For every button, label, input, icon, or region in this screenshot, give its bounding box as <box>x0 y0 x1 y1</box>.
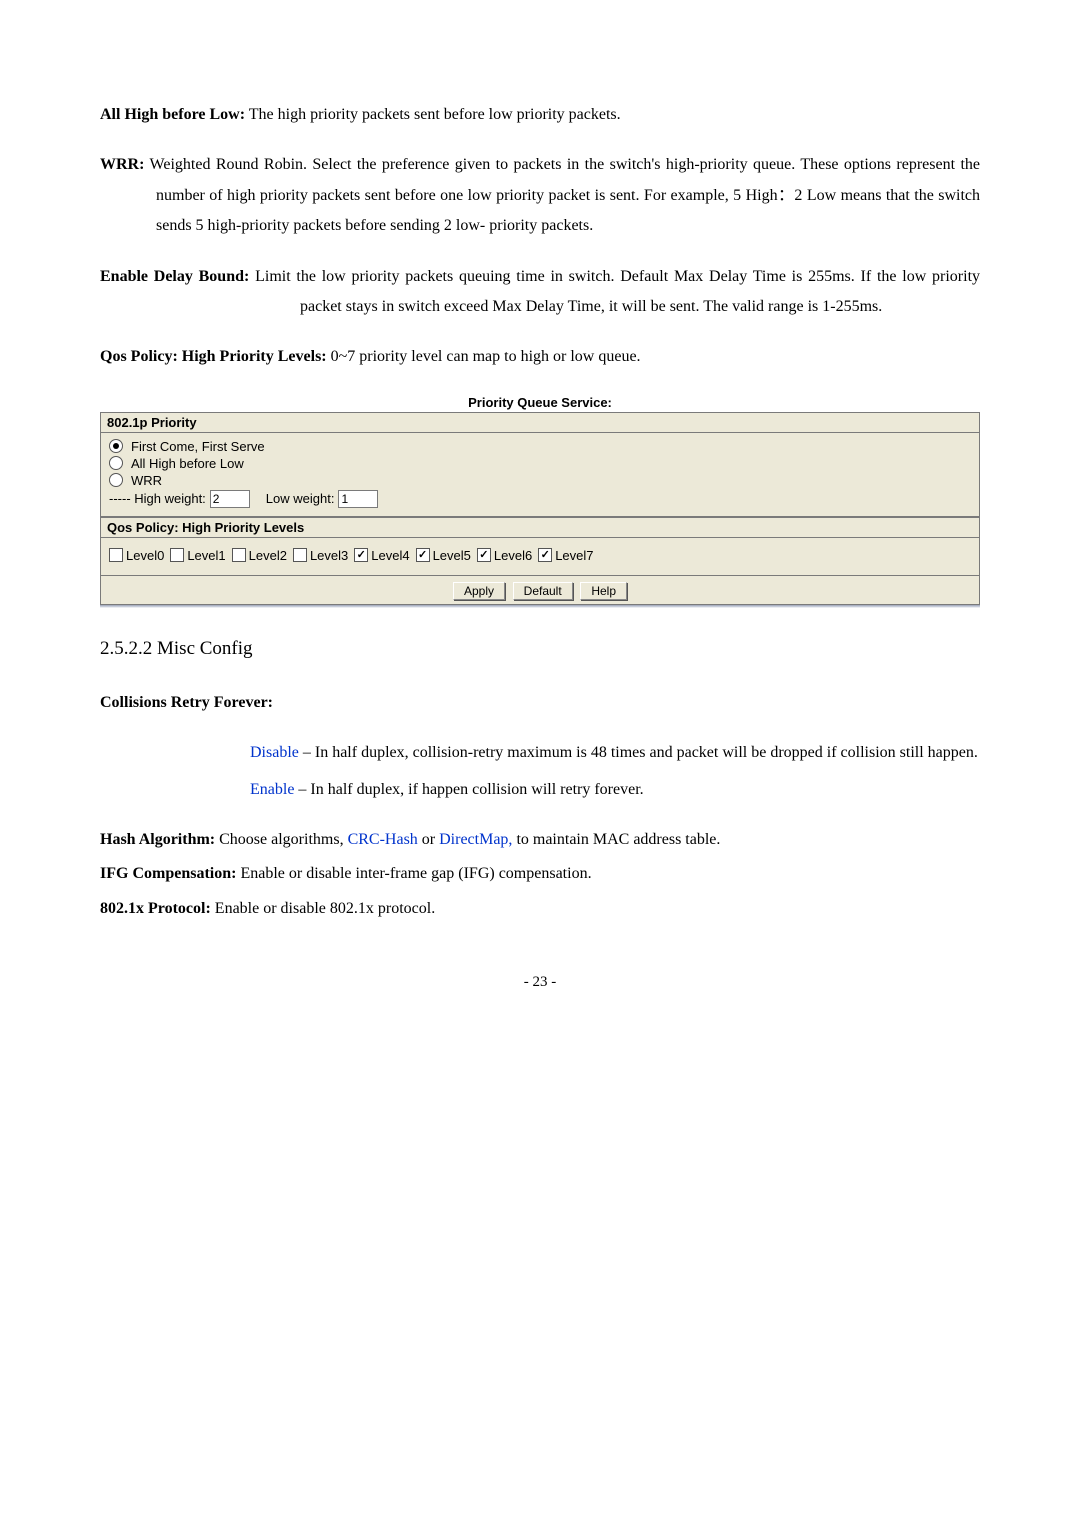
section-8021p: 802.1p Priority <box>100 412 980 432</box>
level-label: Level5 <box>433 548 471 563</box>
level-label: Level2 <box>249 548 287 563</box>
high-weight-input[interactable] <box>210 490 250 508</box>
radio-fcfs[interactable]: First Come, First Serve <box>109 439 971 454</box>
level-label: Level3 <box>310 548 348 563</box>
checkbox-checked-icon <box>538 548 552 562</box>
checkbox-icon <box>293 548 307 562</box>
crf-enable: Enable – In half duplex, if happen colli… <box>250 775 980 805</box>
label-hash: Hash Algorithm: <box>100 831 215 848</box>
panel-title: Priority Queue Service: <box>100 393 980 412</box>
para-ifg: IFG Compensation: Enable or disable inte… <box>100 859 980 889</box>
level-label: Level0 <box>126 548 164 563</box>
text-qos-policy: 0~7 priority level can map to high or lo… <box>327 348 641 365</box>
checkbox-icon <box>232 548 246 562</box>
crf-enable-text: – In half duplex, if happen collision wi… <box>294 781 643 798</box>
help-button[interactable]: Help <box>580 582 627 600</box>
text-delay-bound: Limit the low priority packets queuing t… <box>249 268 980 315</box>
levels-row: Level0 Level1 Level2 Level3 Level4 Level5 Leve… <box>109 548 971 563</box>
text-ifg: Enable or disable inter-frame gap (IFG) … <box>236 865 591 882</box>
checkbox-checked-icon <box>477 548 491 562</box>
crf-disable: Disable – In half duplex, collision-retr… <box>250 738 980 768</box>
para-crf: Collisions Retry Forever: <box>100 688 980 718</box>
page-number: - 23 - <box>100 974 980 991</box>
low-weight-input[interactable] <box>338 490 378 508</box>
label-qos-policy: Qos Policy: High Priority Levels: <box>100 348 327 365</box>
level-checkbox-5[interactable]: Level5 <box>416 548 471 563</box>
crf-enable-key: Enable <box>250 781 294 798</box>
radio-fcfs-label: First Come, First Serve <box>131 439 265 454</box>
radio-icon <box>109 456 123 470</box>
section-8021p-body: First Come, First Serve All High before … <box>100 432 980 517</box>
crf-options: Disable – In half duplex, collision-retr… <box>250 738 980 805</box>
button-row: Apply Default Help <box>100 576 980 605</box>
crf-disable-text: – In half duplex, collision-retry maximu… <box>299 744 978 761</box>
radio-all-high[interactable]: All High before Low <box>109 456 971 471</box>
level-label: Level6 <box>494 548 532 563</box>
low-weight-label: Low weight: <box>266 491 335 506</box>
heading-misc-config: 2.5.2.2 Misc Config <box>100 638 980 660</box>
para-8021x: 802.1x Protocol: Enable or disable 802.1… <box>100 894 980 924</box>
section-qos-levels: Qos Policy: High Priority Levels <box>100 517 980 537</box>
para-wrr: WRR: Weighted Round Robin. Select the pr… <box>100 150 980 241</box>
label-crf: Collisions Retry Forever: <box>100 694 273 711</box>
hash-pre: Choose algorithms, <box>215 831 347 848</box>
checkbox-icon <box>170 548 184 562</box>
panel-shadow <box>100 605 980 608</box>
radio-icon <box>109 473 123 487</box>
para-qos-policy: Qos Policy: High Priority Levels: 0~7 pr… <box>100 342 980 372</box>
label-delay-bound: Enable Delay Bound: <box>100 268 249 285</box>
radio-icon <box>109 439 123 453</box>
para-delay-bound: Enable Delay Bound: Limit the low priori… <box>100 262 980 323</box>
level-checkbox-7[interactable]: Level7 <box>538 548 593 563</box>
hash-b: DirectMap, <box>439 831 512 848</box>
label-wrr: WRR: <box>100 156 144 173</box>
high-weight-label: ----- High weight: <box>109 491 206 506</box>
level-label: Level1 <box>187 548 225 563</box>
crf-disable-key: Disable <box>250 744 299 761</box>
text-wrr: Weighted Round Robin. Select the prefere… <box>144 156 980 234</box>
radio-all-high-label: All High before Low <box>131 456 244 471</box>
level-checkbox-0[interactable]: Level0 <box>109 548 164 563</box>
hash-mid: or <box>418 831 439 848</box>
checkbox-icon <box>109 548 123 562</box>
level-checkbox-3[interactable]: Level3 <box>293 548 348 563</box>
label-ifg: IFG Compensation: <box>100 865 236 882</box>
level-label: Level7 <box>555 548 593 563</box>
level-label: Level4 <box>371 548 409 563</box>
checkbox-checked-icon <box>416 548 430 562</box>
section-qos-levels-body: Level0 Level1 Level2 Level3 Level4 Level5 Leve… <box>100 537 980 576</box>
hash-post: to maintain MAC address table. <box>512 831 720 848</box>
text-8021x: Enable or disable 802.1x protocol. <box>211 900 435 917</box>
config-screenshot: Priority Queue Service: 802.1p Priority … <box>100 393 980 608</box>
para-hash: Hash Algorithm: Choose algorithms, CRC-H… <box>100 825 980 855</box>
apply-button[interactable]: Apply <box>453 582 505 600</box>
hash-a: CRC-Hash <box>348 831 418 848</box>
para-all-high: All High before Low: The high priority p… <box>100 100 980 130</box>
label-all-high: All High before Low: <box>100 106 245 123</box>
level-checkbox-1[interactable]: Level1 <box>170 548 225 563</box>
radio-wrr-label: WRR <box>131 473 162 488</box>
label-8021x: 802.1x Protocol: <box>100 900 211 917</box>
level-checkbox-2[interactable]: Level2 <box>232 548 287 563</box>
default-button[interactable]: Default <box>513 582 573 600</box>
level-checkbox-6[interactable]: Level6 <box>477 548 532 563</box>
checkbox-checked-icon <box>354 548 368 562</box>
radio-wrr[interactable]: WRR <box>109 473 971 488</box>
text-all-high: The high priority packets sent before lo… <box>245 106 621 123</box>
wrr-weights-row: ----- High weight: Low weight: <box>109 490 971 508</box>
level-checkbox-4[interactable]: Level4 <box>354 548 409 563</box>
